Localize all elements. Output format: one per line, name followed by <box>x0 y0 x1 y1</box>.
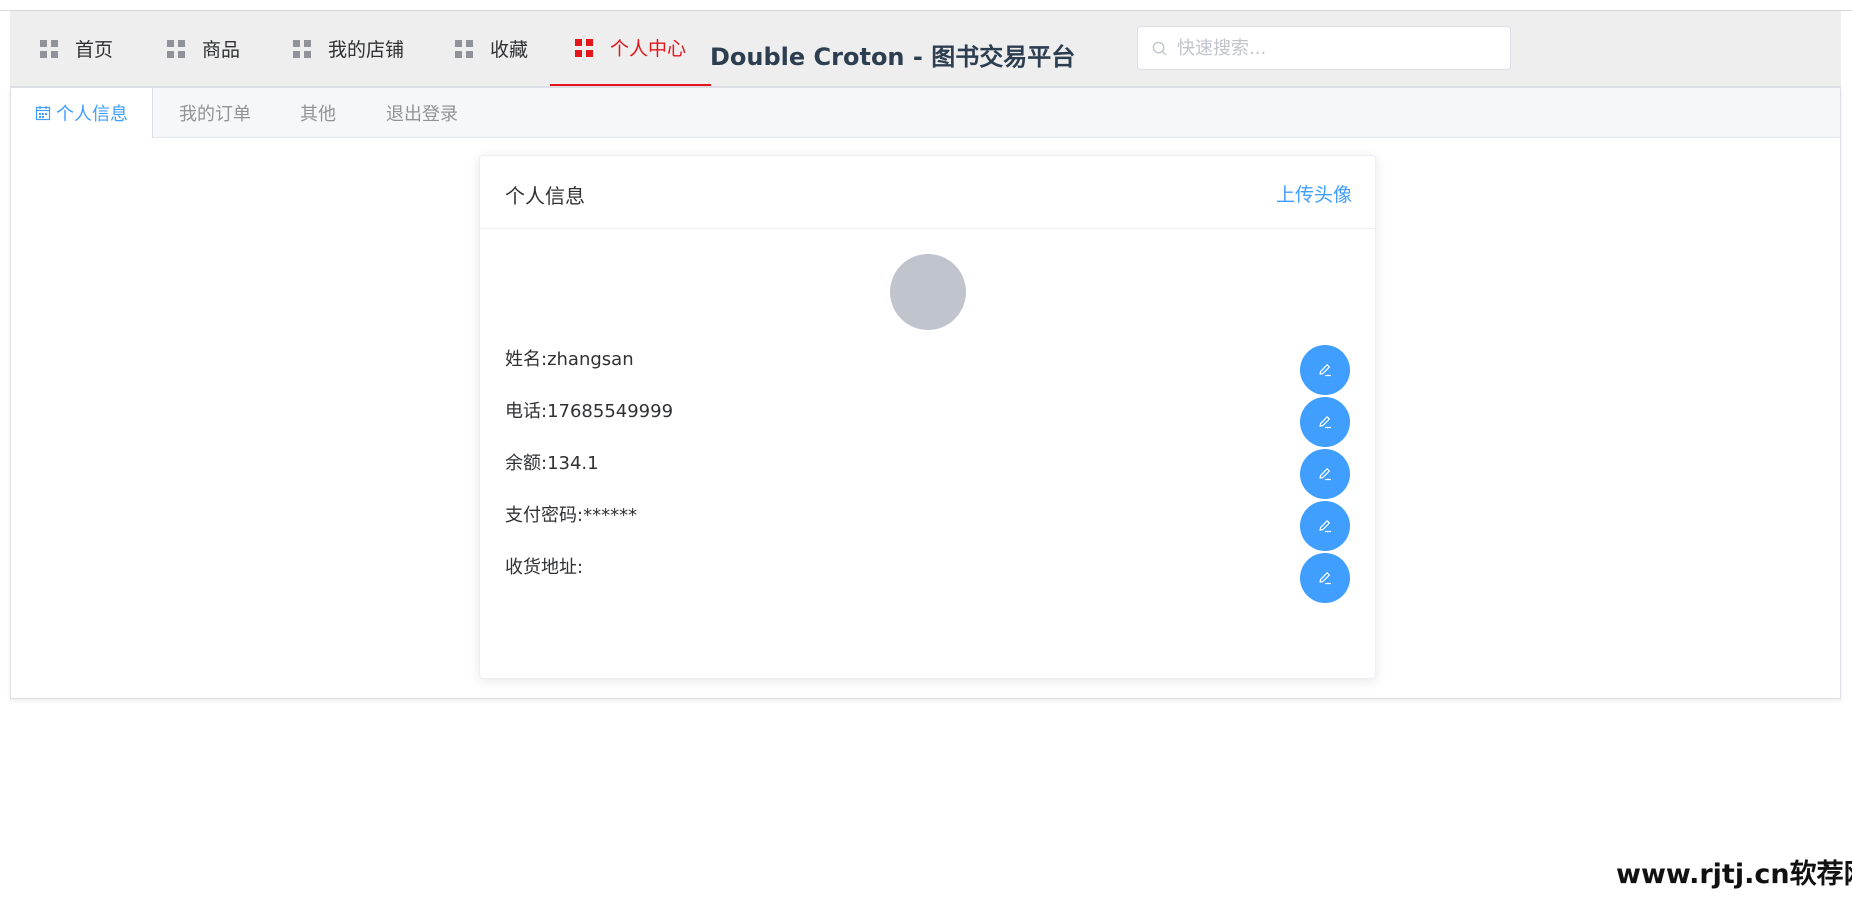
nav-item-favorites[interactable]: 收藏 <box>455 11 528 86</box>
tab-bar: 个人信息 我的订单 其他 退出登录 <box>11 88 1840 138</box>
search-input[interactable] <box>1175 36 1479 60</box>
edit-icon <box>1319 364 1331 377</box>
nav-item-label: 首页 <box>75 39 114 61</box>
nav-item-label: 商品 <box>202 39 241 61</box>
upload-avatar-link[interactable]: 上传头像 <box>1276 180 1352 207</box>
edit-phone-button[interactable] <box>1300 397 1350 447</box>
site-title: Double Croton - 图书交易平台 <box>710 43 1076 71</box>
info-label: 支付密码:****** <box>505 505 638 526</box>
edit-icon <box>1319 416 1331 429</box>
edit-name-button[interactable] <box>1300 345 1350 395</box>
tab-logout[interactable]: 退出登录 <box>386 88 458 137</box>
nav-item-home[interactable]: 首页 <box>40 11 113 86</box>
personal-info-card: 个人信息 上传头像 姓名:zhangsan 电话:17685549999 余额:… <box>479 155 1376 679</box>
grid-icon <box>167 39 185 58</box>
search-box[interactable] <box>1137 26 1511 70</box>
nav-item-label: 我的店铺 <box>328 39 405 61</box>
nav-item-label: 收藏 <box>490 39 529 61</box>
grid-icon <box>575 38 593 57</box>
card-header: 个人信息 上传头像 <box>480 156 1375 229</box>
info-row-name: 姓名:zhangsan <box>505 345 1350 397</box>
calendar-icon <box>35 106 51 121</box>
grid-icon <box>455 39 473 58</box>
tab-other[interactable]: 其他 <box>300 88 336 137</box>
card-title: 个人信息 <box>505 184 585 208</box>
info-label: 收货地址: <box>505 557 584 578</box>
watermark: www.rjtj.cn软荐网 <box>1616 859 1852 890</box>
tab-label: 我的订单 <box>179 103 251 125</box>
top-navbar: 首页 商品 我的店铺 收藏 个人中心 Double Croton - 图书交易平… <box>10 11 1841 87</box>
tab-my-orders[interactable]: 我的订单 <box>179 88 251 137</box>
info-row-balance: 余额:134.1 <box>505 449 1350 501</box>
search-icon <box>1152 41 1167 55</box>
main-panel: 个人信息 我的订单 其他 退出登录 个人信息 上传头像 姓名:zhangsan <box>10 87 1841 699</box>
nav-item-my-store[interactable]: 我的店铺 <box>293 11 404 86</box>
tab-personal-info[interactable]: 个人信息 <box>11 88 153 138</box>
nav-item-personal-center[interactable]: 个人中心 <box>550 11 712 86</box>
info-label: 余额:134.1 <box>505 453 599 474</box>
tab-label: 个人信息 <box>56 104 128 125</box>
grid-icon <box>40 39 58 58</box>
nav-item-label: 个人中心 <box>610 38 687 60</box>
info-row-phone: 电话:17685549999 <box>505 397 1350 449</box>
avatar <box>890 254 966 330</box>
info-row-address: 收货地址: <box>505 553 1350 605</box>
top-border <box>0 0 1852 11</box>
info-label: 姓名:zhangsan <box>505 349 634 370</box>
edit-pay-password-button[interactable] <box>1300 501 1350 551</box>
info-row-pay-password: 支付密码:****** <box>505 501 1350 553</box>
edit-icon <box>1319 572 1331 585</box>
grid-icon <box>293 39 311 58</box>
tab-label: 其他 <box>300 103 336 125</box>
edit-balance-button[interactable] <box>1300 449 1350 499</box>
edit-address-button[interactable] <box>1300 553 1350 603</box>
tab-label: 退出登录 <box>386 103 458 125</box>
edit-icon <box>1319 520 1331 533</box>
edit-icon <box>1319 468 1331 481</box>
nav-item-products[interactable]: 商品 <box>167 11 240 86</box>
info-label: 电话:17685549999 <box>505 401 674 422</box>
